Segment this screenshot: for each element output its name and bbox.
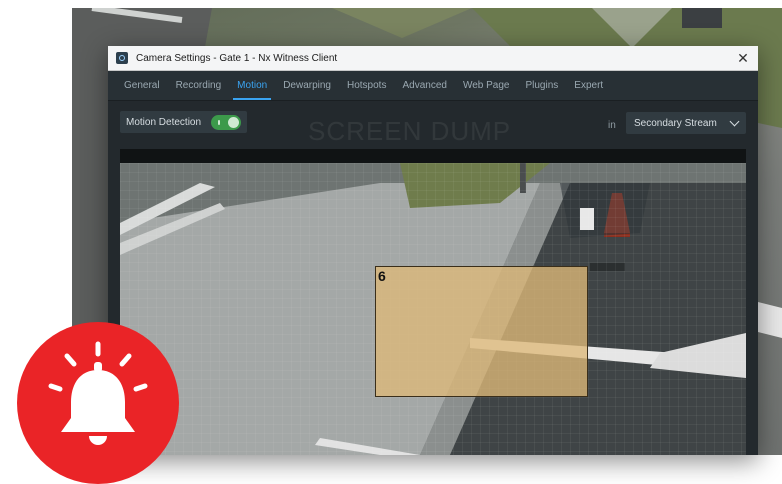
stream-select[interactable]: Secondary Stream bbox=[626, 112, 746, 134]
tab-dewarping[interactable]: Dewarping bbox=[275, 80, 339, 100]
tab-plugins[interactable]: Plugins bbox=[517, 80, 566, 100]
motion-detection-toggle[interactable] bbox=[211, 114, 242, 130]
motion-detection-label: Motion Detection bbox=[126, 116, 202, 128]
chevron-down-icon bbox=[729, 116, 740, 127]
camera-video-preview[interactable]: 6 bbox=[120, 149, 746, 455]
settings-tabs: General Recording Motion Dewarping Hotsp… bbox=[108, 71, 758, 101]
title-bar: Camera Settings - Gate 1 - Nx Witness Cl… bbox=[108, 46, 758, 71]
tab-general[interactable]: General bbox=[116, 80, 168, 100]
tab-hotspots[interactable]: Hotspots bbox=[339, 80, 394, 100]
window-title: Camera Settings - Gate 1 - Nx Witness Cl… bbox=[136, 52, 338, 64]
screen-dump-watermark: SCREEN DUMP bbox=[308, 116, 512, 146]
motion-region[interactable]: 6 bbox=[375, 266, 588, 397]
stream-select-value: Secondary Stream bbox=[634, 117, 717, 129]
tab-advanced[interactable]: Advanced bbox=[394, 80, 454, 100]
alarm-badge bbox=[17, 322, 179, 484]
tab-web-page[interactable]: Web Page bbox=[455, 80, 518, 100]
tab-motion[interactable]: Motion bbox=[229, 80, 275, 100]
tab-expert[interactable]: Expert bbox=[566, 80, 611, 100]
tab-recording[interactable]: Recording bbox=[168, 80, 230, 100]
motion-detection-control: Motion Detection bbox=[120, 111, 248, 133]
motion-region-label: 6 bbox=[378, 268, 386, 284]
toggle-on-mark-icon bbox=[218, 119, 221, 125]
bell-icon bbox=[48, 341, 148, 445]
close-button[interactable]: ✕ bbox=[736, 51, 750, 65]
toggle-knob bbox=[228, 116, 240, 128]
app-logo-icon bbox=[116, 52, 128, 64]
camera-settings-dialog: Camera Settings - Gate 1 - Nx Witness Cl… bbox=[108, 46, 758, 455]
stream-in-label: in bbox=[608, 120, 616, 131]
